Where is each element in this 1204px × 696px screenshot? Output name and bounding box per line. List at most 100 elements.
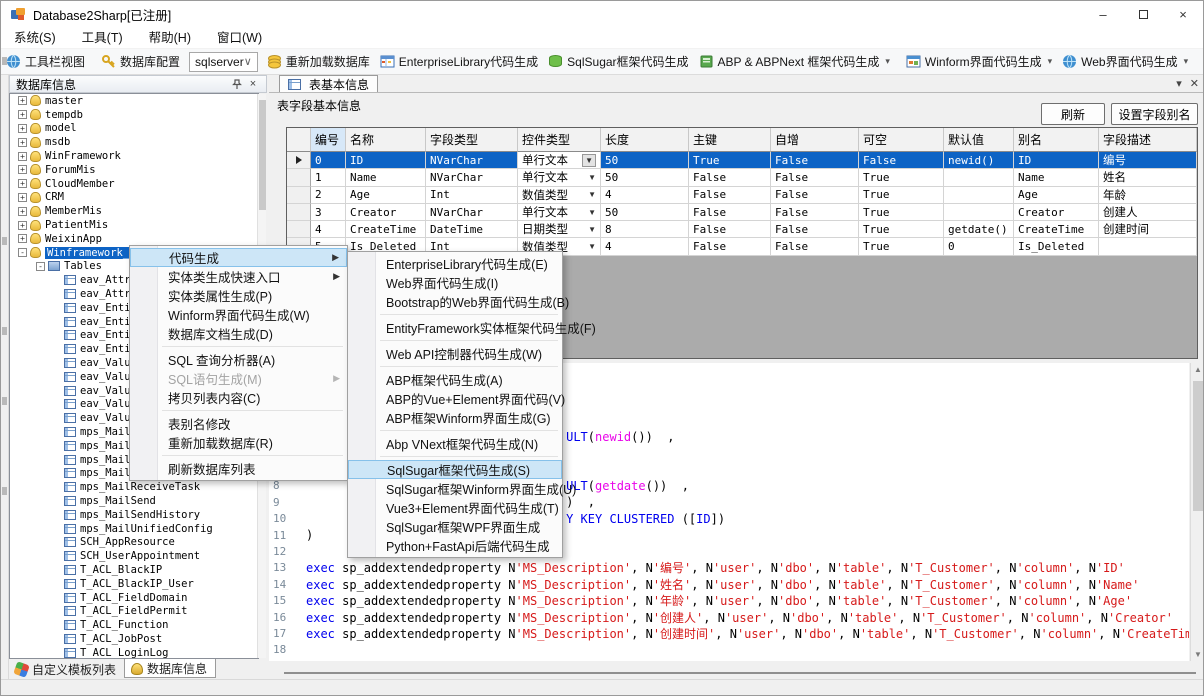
grid-cell[interactable]: False [689, 221, 771, 238]
grid-cell[interactable]: False [771, 187, 859, 204]
grid-header-cell[interactable]: 可空 [859, 128, 944, 152]
tree-item[interactable]: SCH_AppResource [10, 536, 258, 550]
grid-row-header[interactable] [287, 204, 311, 221]
tree-item[interactable]: T_ACL_JobPost [10, 632, 258, 646]
maximize-button[interactable] [1123, 1, 1163, 27]
grid-cell[interactable]: False [771, 221, 859, 238]
grid-cell[interactable]: False [689, 169, 771, 186]
tree-expander-icon[interactable]: + [18, 110, 27, 119]
menu-system[interactable]: 系统(S) [1, 27, 69, 49]
tree-item[interactable]: mps_MailUnifiedConfig [10, 522, 258, 536]
code-vertical-scrollbar[interactable]: ▲ ▼ [1190, 363, 1204, 661]
grid-cell[interactable]: False [771, 169, 859, 186]
grid-header-cell[interactable]: 编号 [311, 128, 346, 152]
abp-codegen-button[interactable]: ABP & ABPNext 框架代码生成 ▾ [694, 51, 895, 73]
winform-codegen-button[interactable]: Winform界面代码生成 ▾ [901, 51, 1057, 73]
grid-cell[interactable] [1099, 238, 1197, 255]
tree-item[interactable]: T_ACL_BlackIP [10, 563, 258, 577]
code-gen-submenu-item[interactable]: Vue3+Element界面代码生成(T) [348, 498, 562, 517]
grid-cell[interactable]: getdate() [944, 221, 1014, 238]
tree-item[interactable]: +ForumMis [10, 163, 258, 177]
reload-db-button[interactable]: 重新加载数据库 [262, 51, 375, 73]
tab-database-info[interactable]: 数据库信息 [124, 659, 216, 678]
db-config-button[interactable]: 数据库配置 [96, 51, 185, 73]
exit-button[interactable]: 退出 [1199, 51, 1204, 73]
close-button[interactable]: × [1163, 1, 1203, 27]
combo-dropdown-icon[interactable]: ▼ [588, 242, 596, 251]
tree-item[interactable]: +CloudMember [10, 177, 258, 191]
tree-expander-icon[interactable]: - [18, 248, 27, 257]
tree-item[interactable]: T_ACL_FieldDomain [10, 591, 258, 605]
tab-list-dropdown-icon[interactable]: ▾ [1176, 77, 1182, 90]
code-gen-submenu-item[interactable]: ABP的Vue+Element界面代码(V) [348, 389, 562, 408]
grid-cell[interactable]: 编号 [1099, 152, 1197, 169]
grid-cell[interactable]: Name [346, 169, 426, 186]
tree-expander-icon[interactable]: + [18, 179, 27, 188]
grid-cell[interactable]: ID [1014, 152, 1099, 169]
code-hscroll-thumb[interactable] [284, 672, 1196, 674]
context-menu-item[interactable]: 数据库文档生成(D) [130, 324, 347, 343]
grid-cell[interactable]: 创建人 [1099, 204, 1197, 221]
menu-tools[interactable]: 工具(T) [69, 27, 136, 49]
grid-cell[interactable]: Int [426, 187, 518, 204]
code-horizontal-scrollbar[interactable] [284, 669, 1196, 677]
grid-cell[interactable]: 50 [601, 204, 689, 221]
code-gen-submenu-item[interactable]: SqlSugar框架WPF界面生成 [348, 517, 562, 536]
tree-item[interactable]: +model [10, 122, 258, 136]
tree-expander-icon[interactable]: - [36, 262, 45, 271]
grid-header-cell[interactable] [287, 128, 311, 152]
grid-header-cell[interactable]: 字段描述 [1099, 128, 1197, 152]
code-vscroll-thumb[interactable] [1193, 381, 1203, 511]
grid-cell[interactable]: 8 [601, 221, 689, 238]
grid-cell[interactable]: True [859, 169, 944, 186]
grid-cell[interactable] [944, 204, 1014, 221]
grid-row-header[interactable] [287, 187, 311, 204]
grid-cell[interactable]: False [689, 187, 771, 204]
code-gen-submenu-item[interactable]: Python+FastApi后端代码生成 [348, 536, 562, 555]
grid-cell-control-type[interactable]: 单行文本▼ [518, 152, 601, 169]
grid-header-cell[interactable]: 字段类型 [426, 128, 518, 152]
grid-row[interactable]: 2AgeInt数值类型▼4FalseFalseTrueAge年龄 [287, 187, 1197, 204]
tree-item[interactable]: +WinFramework [10, 149, 258, 163]
grid-cell[interactable]: True [859, 187, 944, 204]
code-gen-submenu-item[interactable]: ABP框架代码生成(A) [348, 370, 562, 389]
tree-item[interactable]: T_ACL_BlackIP_User [10, 577, 258, 591]
grid-cell[interactable]: CreateTime [346, 221, 426, 238]
database-type-select[interactable]: sqlserver ∨ [189, 52, 258, 72]
grid-cell-control-type[interactable]: 数值类型▼ [518, 187, 601, 204]
grid-cell[interactable]: 4 [311, 221, 346, 238]
code-gen-submenu-item[interactable]: Web API控制器代码生成(W) [348, 344, 562, 363]
grid-cell[interactable] [944, 169, 1014, 186]
grid-header-cell[interactable]: 自增 [771, 128, 859, 152]
grid-cell[interactable]: True [689, 152, 771, 169]
tree-item[interactable]: mps_MailSendHistory [10, 508, 258, 522]
grid-cell[interactable]: NVarChar [426, 169, 518, 186]
grid-header-cell[interactable]: 长度 [601, 128, 689, 152]
context-menu-item[interactable]: 实体类生成快速入口▶ [130, 267, 347, 286]
tree-item[interactable]: +msdb [10, 135, 258, 149]
grid-row[interactable]: 3CreatorNVarChar单行文本▼50FalseFalseTrueCre… [287, 204, 1197, 221]
menu-window[interactable]: 窗口(W) [204, 27, 275, 49]
code-gen-submenu-item[interactable]: EnterpriseLibrary代码生成(E) [348, 254, 562, 273]
context-menu-item[interactable]: SQL 查询分析器(A) [130, 350, 347, 369]
tree-expander-icon[interactable]: + [18, 124, 27, 133]
grid-cell[interactable]: 4 [601, 187, 689, 204]
tree-item[interactable]: mps_MailSend [10, 494, 258, 508]
grid-cell[interactable]: False [689, 238, 771, 255]
grid-cell[interactable]: True [859, 221, 944, 238]
grid-cell-control-type[interactable]: 单行文本▼ [518, 204, 601, 221]
grid-header-cell[interactable]: 默认值 [944, 128, 1014, 152]
grid-row[interactable]: 4CreateTimeDateTime日期类型▼8FalseFalseTrueg… [287, 221, 1197, 238]
tree-expander-icon[interactable]: + [18, 96, 27, 105]
dropdown-arrow-icon[interactable]: ▾ [885, 56, 890, 67]
grid-row[interactable]: 0IDNVarChar单行文本▼50TrueFalseFalsenewid()I… [287, 152, 1197, 169]
code-gen-submenu-item[interactable]: EntityFramework实体框架代码生成(F) [348, 318, 562, 337]
tree-item[interactable]: +CRM [10, 191, 258, 205]
sqlsugar-codegen-button[interactable]: SqlSugar框架代码生成 [543, 51, 693, 73]
grid-cell[interactable]: 0 [311, 152, 346, 169]
minimize-button[interactable]: – [1083, 1, 1123, 27]
grid-cell[interactable]: True [859, 238, 944, 255]
tree-item[interactable]: +tempdb [10, 108, 258, 122]
dropdown-arrow-icon[interactable]: ▾ [1048, 56, 1053, 67]
grid-cell[interactable]: 4 [601, 238, 689, 255]
